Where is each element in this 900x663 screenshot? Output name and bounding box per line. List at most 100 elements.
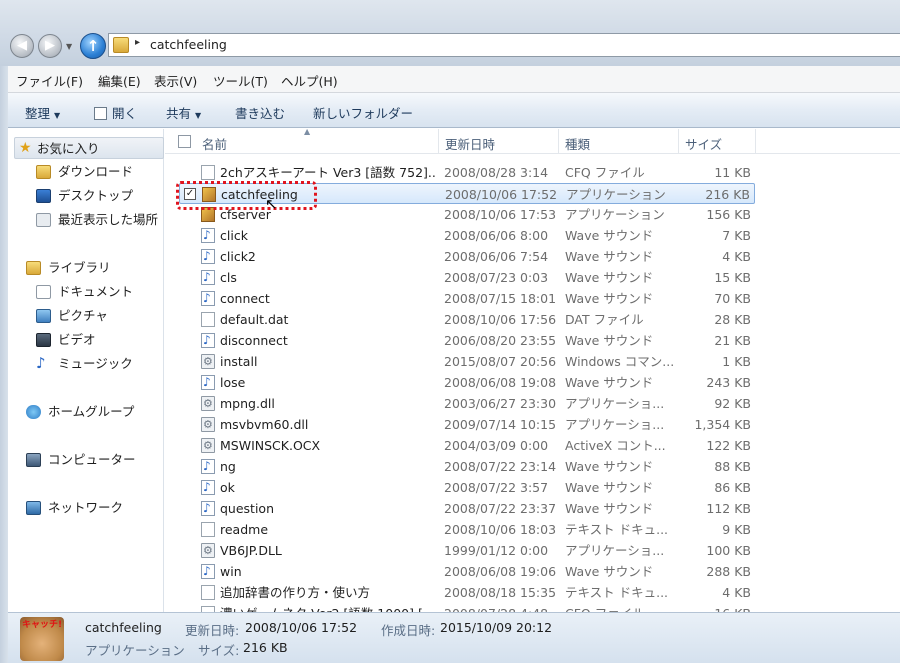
table-row[interactable]: win 2008/06/08 19:06 Wave サウンド 288 KB: [179, 561, 755, 582]
file-type: Wave サウンド: [565, 291, 654, 306]
address-field[interactable]: ▸ catchfeeling: [108, 33, 900, 57]
menu-tools[interactable]: ツール(T): [213, 71, 268, 90]
table-row[interactable]: connect 2008/07/15 18:01 Wave サウンド 70 KB: [179, 288, 755, 309]
column-divider[interactable]: [438, 129, 439, 154]
column-divider[interactable]: [558, 129, 559, 154]
forward-button[interactable]: ▶: [38, 34, 62, 58]
file-name: cls: [220, 270, 237, 285]
details-created-key: 作成日時:: [381, 623, 436, 638]
mouse-cursor-icon: ↖: [265, 195, 278, 213]
menu-help[interactable]: ヘルプ(H): [281, 71, 338, 90]
gear-file-icon: [201, 351, 215, 372]
sidebar-item-label: ホームグループ: [48, 404, 135, 419]
file-name: install: [220, 354, 258, 369]
table-row[interactable]: 追加辞書の作り方・使い方 2008/08/18 15:35 テキスト ドキュ... 4…: [179, 582, 755, 603]
column-header-date[interactable]: 更新日時: [445, 134, 495, 153]
desktop-icon: [36, 189, 51, 203]
file-size: 122 KB: [706, 438, 751, 453]
table-row[interactable]: readme 2008/10/06 18:03 テキスト ドキュ... 9 KB: [179, 519, 755, 540]
file-size: 15 KB: [714, 270, 751, 285]
table-row[interactable]: VB6JP.DLL 1999/01/12 0:00 アプリケーショ... 100 KB: [179, 540, 755, 561]
file-type: Wave サウンド: [565, 333, 654, 348]
menu-view[interactable]: 表示(V): [154, 71, 197, 90]
table-row[interactable]: click 2008/06/06 8:00 Wave サウンド 7 KB: [179, 225, 755, 246]
file-type: ActiveX コント...: [565, 438, 666, 453]
table-row[interactable]: default.dat 2008/10/06 17:56 DAT ファイル 28 KB: [179, 309, 755, 330]
table-row[interactable]: ng 2008/07/22 23:14 Wave サウンド 88 KB: [179, 456, 755, 477]
back-button[interactable]: ◀: [10, 34, 34, 58]
table-row[interactable]: 濃いゲームネタ Ver2 [語数 1000] [... 2008/07/28 4:…: [179, 603, 755, 612]
column-header-name[interactable]: 名前: [202, 134, 227, 153]
file-size: 7 KB: [722, 228, 751, 243]
file-type: Wave サウンド: [565, 228, 654, 243]
file-date: 2008/07/22 23:37: [444, 501, 557, 516]
table-row[interactable]: question 2008/07/22 23:37 Wave サウンド 112 KB: [179, 498, 755, 519]
downloads-folder-icon: [36, 165, 51, 179]
file-type: CFQ ファイル: [565, 603, 673, 612]
file-size: 28 KB: [714, 312, 751, 327]
table-row[interactable]: lose 2008/06/08 19:08 Wave サウンド 243 KB: [179, 372, 755, 393]
sidebar-item-favorites[interactable]: ★ お気に入り: [14, 137, 164, 159]
chevron-down-icon: ▼: [54, 111, 61, 120]
wave-file-icon: [201, 477, 215, 498]
new-folder-button[interactable]: 新しいフォルダー: [313, 103, 413, 122]
file-type: DAT ファイル: [565, 312, 644, 327]
column-header-type[interactable]: 種類: [565, 134, 590, 153]
navigation-pane: ★ お気に入り ダウンロード デスクトップ 最近表示した場所 ライブラリ ドキュ…: [8, 129, 164, 612]
file-size: 11 KB: [714, 165, 751, 180]
menu-edit[interactable]: 編集(E): [98, 71, 141, 90]
file-type: テキスト ドキュ...: [565, 585, 669, 600]
gear-file-icon: [201, 540, 215, 561]
table-row[interactable]: ok 2008/07/22 3:57 Wave サウンド 86 KB: [179, 477, 755, 498]
table-row[interactable]: disconnect 2006/08/20 23:55 Wave サウンド 21 KB: [179, 330, 755, 351]
file-date: 2008/06/06 8:00: [444, 228, 549, 243]
file-date: 2009/07/14 10:15: [444, 417, 557, 432]
share-label: 共有: [166, 106, 192, 121]
sidebar-item-label: ライブラリ: [48, 260, 111, 275]
file-date: 2008/06/08 19:08: [444, 375, 557, 390]
file-type: アプリケーショ...: [565, 396, 665, 411]
open-icon: [94, 107, 107, 120]
breadcrumb-current-folder[interactable]: catchfeeling: [150, 37, 227, 52]
wave-file-icon: [201, 225, 215, 246]
file-type: CFQ ファイル: [565, 165, 645, 180]
wave-file-icon: [201, 372, 215, 393]
sidebar-item-label: ドキュメント: [58, 284, 134, 299]
file-date: 1999/01/12 0:00: [444, 543, 549, 558]
pictures-icon: [36, 309, 51, 323]
table-row[interactable]: 2chアスキーアート Ver3 [語数 752]... 2008/08/28 3:…: [179, 162, 755, 183]
table-row[interactable]: cls 2008/07/23 0:03 Wave サウンド 15 KB: [179, 267, 755, 288]
table-row[interactable]: MSWINSCK.OCX 2004/03/09 0:00 ActiveX コント..…: [179, 435, 755, 456]
file-type: Wave サウンド: [565, 270, 654, 285]
gear-file-icon: [201, 393, 215, 414]
file-size: 216 KB: [705, 187, 750, 202]
breadcrumb-separator-icon[interactable]: ▸: [135, 37, 140, 48]
burn-button[interactable]: 書き込む: [235, 103, 285, 122]
sort-ascending-icon: ▲: [304, 129, 311, 136]
wave-file-icon: [201, 561, 215, 582]
window-left-edge: [0, 66, 8, 663]
up-arrow-icon: ↑: [86, 37, 100, 55]
file-size: 288 KB: [706, 564, 751, 579]
details-pane: キャッチ! catchfeeling 更新日時: 2008/10/06 17:5…: [8, 612, 900, 663]
column-divider[interactable]: [755, 129, 756, 154]
sidebar-item-label: お気に入り: [37, 141, 100, 156]
forward-arrow-icon: ▶: [45, 38, 55, 53]
share-button[interactable]: 共有 ▼: [166, 103, 201, 122]
file-size: 92 KB: [714, 396, 751, 411]
column-header-size[interactable]: サイズ: [685, 134, 722, 153]
table-row[interactable]: mpng.dll 2003/06/27 23:30 アプリケーショ... 92 KB: [179, 393, 755, 414]
table-row[interactable]: install 2015/08/07 20:56 Windows コマン... 1 K…: [179, 351, 755, 372]
table-row[interactable]: msvbvm60.dll 2009/07/14 10:15 アプリケーショ... 1,…: [179, 414, 755, 435]
up-folder-button[interactable]: ↑: [80, 33, 106, 59]
organize-button[interactable]: 整理 ▼: [25, 103, 60, 122]
menu-file[interactable]: ファイル(F): [16, 71, 83, 90]
column-divider[interactable]: [678, 129, 679, 154]
file-size: 4 KB: [722, 585, 751, 600]
history-dropdown-icon[interactable]: ▼: [66, 42, 76, 52]
table-row[interactable]: click2 2008/06/06 7:54 Wave サウンド 4 KB: [179, 246, 755, 267]
open-button[interactable]: 開く: [94, 103, 137, 122]
file-date: 2008/07/22 3:57: [444, 480, 549, 495]
select-all-checkbox[interactable]: [178, 135, 191, 148]
doc-file-icon: [201, 165, 215, 180]
